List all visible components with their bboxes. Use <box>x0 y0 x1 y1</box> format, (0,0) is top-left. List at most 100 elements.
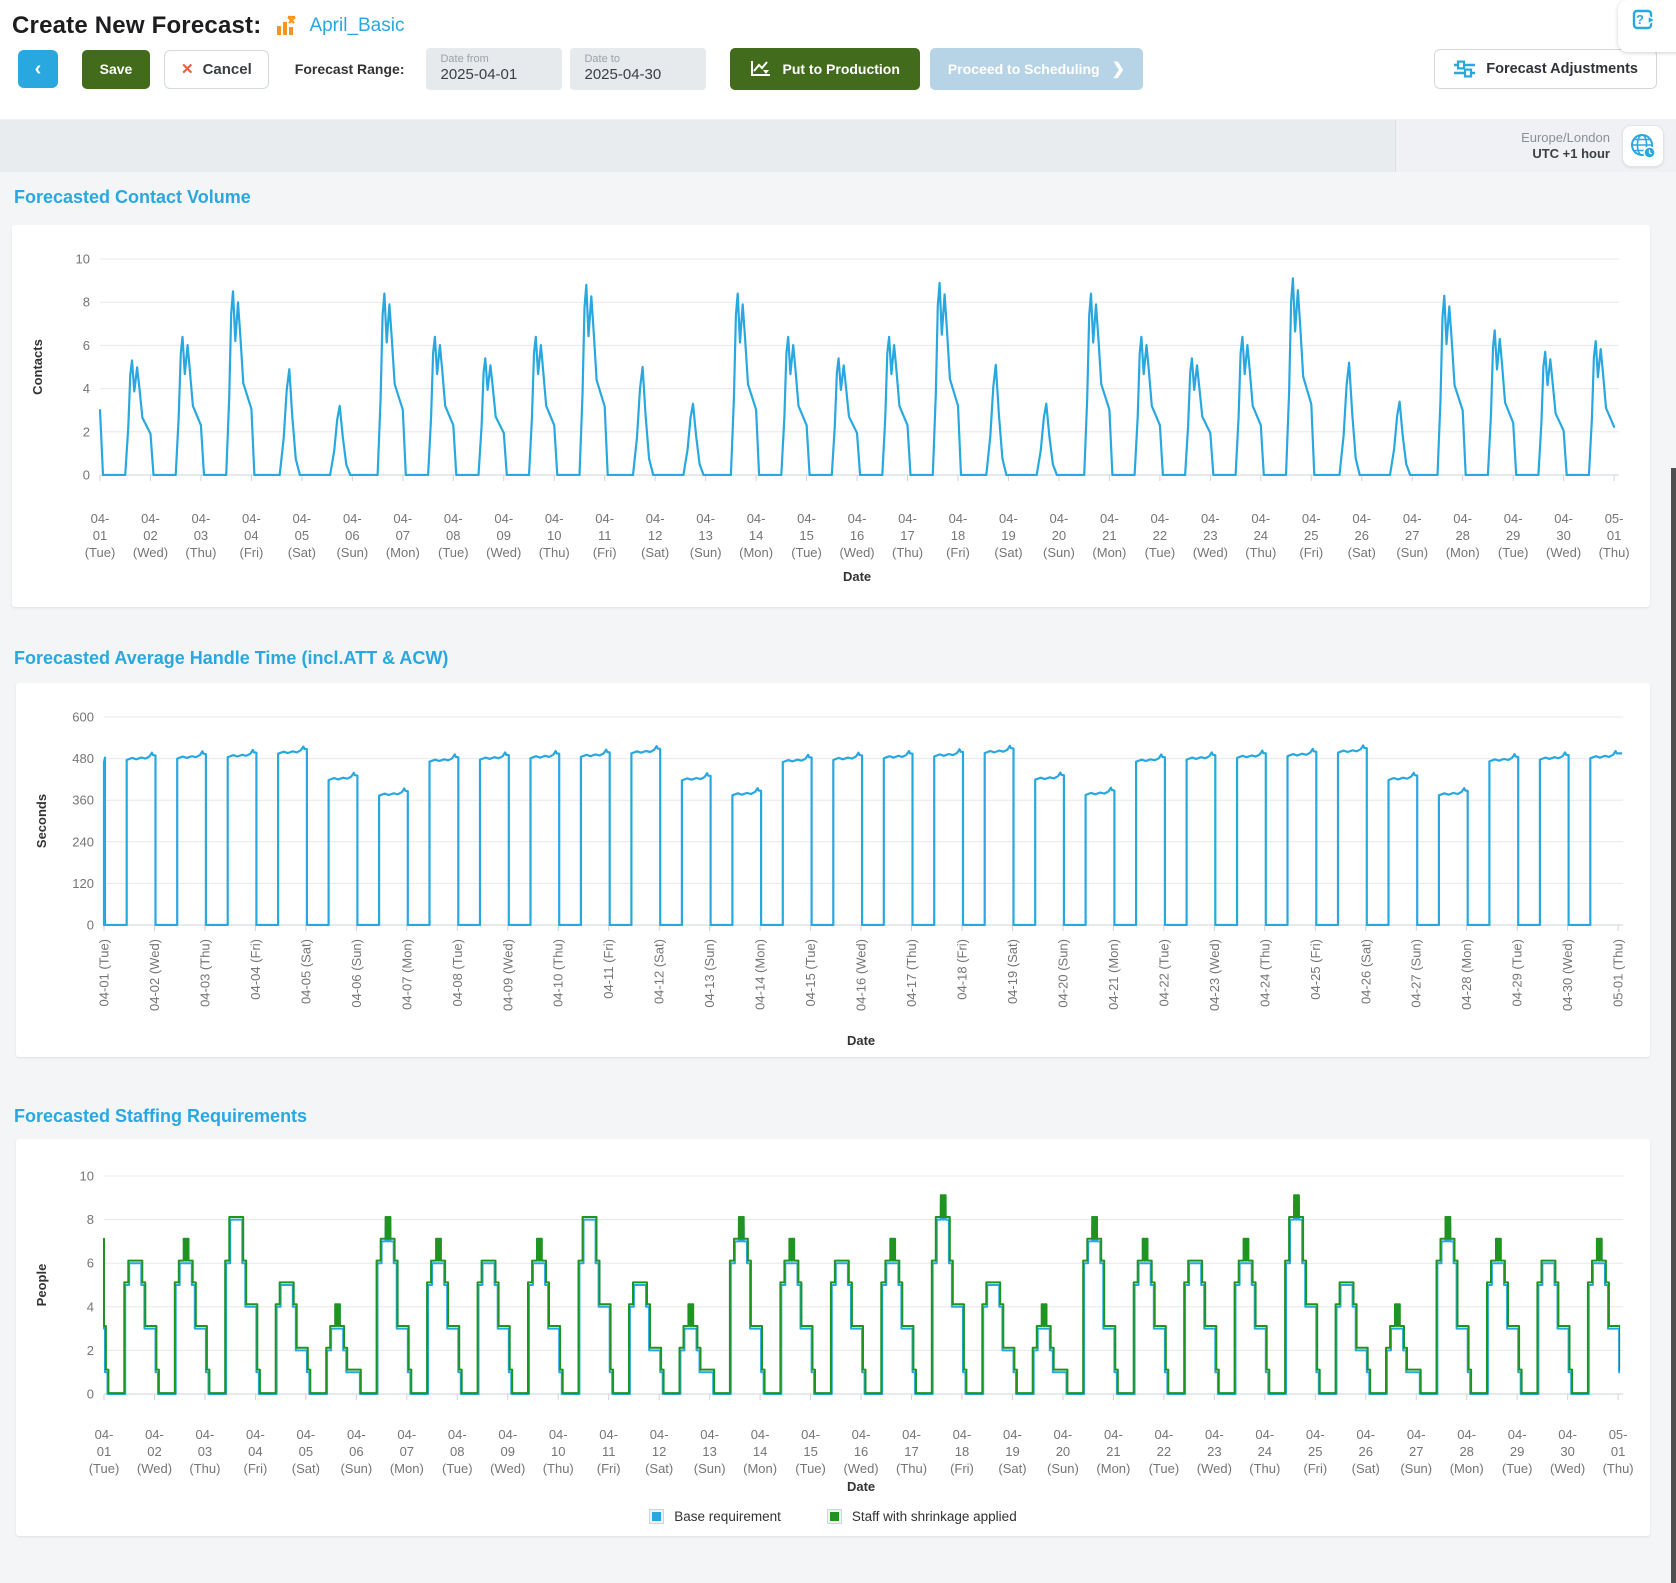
svg-text:04-11(Fri): 04-11 (Fri) <box>597 1427 621 1476</box>
svg-text:04-01 (Tue): 04-01 (Tue) <box>97 939 112 1006</box>
svg-text:04-30(Wed): 04-30 (Wed) <box>1546 511 1581 560</box>
timezone-panel: Europe/London UTC +1 hour <box>1395 120 1676 172</box>
svg-text:04-23(Wed): 04-23 (Wed) <box>1197 1427 1232 1476</box>
svg-text:04-27(Sun): 04-27 (Sun) <box>1396 511 1428 560</box>
svg-text:04-16 (Wed): 04-16 (Wed) <box>854 939 869 1011</box>
svg-text:240: 240 <box>72 834 94 849</box>
sliders-icon <box>1453 60 1476 78</box>
svg-text:04-20(Sun): 04-20 (Sun) <box>1043 511 1075 560</box>
svg-text:480: 480 <box>72 751 94 766</box>
svg-text:04-07(Mon): 04-07 (Mon) <box>386 511 420 560</box>
timezone-region: Europe/London <box>1521 129 1610 145</box>
date-to-field[interactable]: Date to 2025-04-30 <box>570 48 707 90</box>
svg-text:0: 0 <box>87 1387 94 1402</box>
date-from-value: 2025-04-01 <box>440 66 518 83</box>
svg-text:04-14(Mon): 04-14 (Mon) <box>739 511 773 560</box>
help-card: ? <box>1618 0 1676 52</box>
cancel-x-icon: ✕ <box>181 61 194 78</box>
scrollbar-thumb[interactable] <box>1671 468 1676 1583</box>
svg-text:04-03(Thu): 04-03 (Thu) <box>189 1427 220 1476</box>
timezone-globe-button[interactable] <box>1622 125 1664 167</box>
svg-text:04-15(Tue): 04-15 (Tue) <box>791 511 822 560</box>
svg-text:05-01(Thu): 05-01 (Thu) <box>1599 511 1630 560</box>
proceed-label: Proceed to Scheduling <box>947 61 1100 77</box>
svg-text:04-11 (Fri): 04-11 (Fri) <box>601 939 616 999</box>
svg-text:600: 600 <box>72 710 94 725</box>
svg-text:04-14 (Mon): 04-14 (Mon) <box>753 939 768 1010</box>
section-title-staffing: Forecasted Staffing Requirements <box>14 1106 308 1126</box>
legend-item-base-requirement[interactable]: Base requirement <box>649 1508 781 1524</box>
svg-text:04-12(Sat): 04-12 (Sat) <box>645 1427 673 1476</box>
svg-text:04-11(Fri): 04-11 (Fri) <box>593 511 617 560</box>
svg-text:04-20 (Sun): 04-20 (Sun) <box>1055 939 1070 1008</box>
svg-text:04-07 (Mon): 04-07 (Mon) <box>399 939 414 1010</box>
svg-text:04-15 (Tue): 04-15 (Tue) <box>803 939 818 1006</box>
svg-text:120: 120 <box>72 876 94 891</box>
chevron-right-icon: ❯ <box>1111 61 1126 78</box>
contact-volume-chart: 0 2 4 6 8 10 04-01 (Tue) 04-02 (Wed) 04-03 (Thu) 04-… <box>30 252 1630 585</box>
date-from-field[interactable]: Date from 2025-04-01 <box>426 48 563 90</box>
svg-text:04-06(Sun): 04-06 (Sun) <box>336 511 368 560</box>
svg-text:04-27 (Sun): 04-27 (Sun) <box>1409 939 1424 1008</box>
contact-volume-card: 0 2 4 6 8 10 04-01 (Tue) 04-02 (Wed) 04-03 (Thu) 04-… <box>12 225 1650 607</box>
legend-item-shrinkage[interactable]: Staff with shrinkage applied <box>826 1508 1017 1524</box>
svg-text:04-24(Thu): 04-24 (Thu) <box>1245 511 1276 560</box>
staffing-card: 0 2 4 6 8 10 04-01 (Tue) 04-02 (Wed) 04-03 (Thu) 04-… <box>16 1139 1650 1536</box>
svg-text:4: 4 <box>83 381 90 396</box>
aht-card: 0 120 240 360 480 600 04-01 (Tue) 04-02 (Wed) 04… <box>16 683 1650 1057</box>
chart-legend: Base requirement Staff with shrinkage ap… <box>16 1501 1650 1531</box>
svg-text:04-18(Fri): 04-18 (Fri) <box>946 511 970 560</box>
help-icon[interactable]: ? <box>1632 9 1656 33</box>
svg-text:04-25(Fri): 04-25 (Fri) <box>1303 1427 1327 1476</box>
svg-text:04-19 (Sat): 04-19 (Sat) <box>1005 939 1020 1004</box>
svg-text:04-14(Mon): 04-14 (Mon) <box>743 1427 777 1476</box>
svg-text:05-01 (Thu): 05-01 (Thu) <box>1611 939 1626 1007</box>
svg-text:2: 2 <box>83 424 90 439</box>
forecast-adjustments-button[interactable]: Forecast Adjustments <box>1434 49 1657 89</box>
legend-swatch-green <box>826 1508 842 1524</box>
svg-text:04-10 (Thu): 04-10 (Thu) <box>551 939 566 1007</box>
svg-text:04-28(Mon): 04-28 (Mon) <box>1446 511 1480 560</box>
svg-text:10: 10 <box>76 252 90 267</box>
svg-text:04-26(Sat): 04-26 (Sat) <box>1352 1427 1380 1476</box>
svg-text:04-27(Sun): 04-27 (Sun) <box>1400 1427 1432 1476</box>
title-row: Create New Forecast: April_Basic <box>0 0 1676 44</box>
staffing-chart: 0 2 4 6 8 10 04-01 (Tue) 04-02 (Wed) 04-03 (Thu) 04-… <box>34 1169 1634 1495</box>
globe-clock-icon <box>1629 132 1657 160</box>
proceed-to-scheduling-button[interactable]: Proceed to Scheduling ❯ <box>929 48 1144 90</box>
svg-text:04-02(Wed): 04-02 (Wed) <box>133 511 168 560</box>
timezone-text: Europe/London UTC +1 hour <box>1521 130 1610 163</box>
forecast-name-link[interactable]: April_Basic <box>309 15 404 37</box>
date-to-label: Date to <box>584 53 620 65</box>
svg-text:04-21(Mon): 04-21 (Mon) <box>1092 511 1126 560</box>
svg-text:8: 8 <box>87 1212 94 1227</box>
svg-text:0: 0 <box>87 918 94 933</box>
svg-text:04-30 (Wed): 04-30 (Wed) <box>1560 939 1575 1011</box>
svg-text:Date: Date <box>847 1479 875 1494</box>
chevron-left-icon: ‹ <box>34 57 42 80</box>
svg-text:04-03 (Thu): 04-03 (Thu) <box>197 939 212 1007</box>
svg-text:04-28(Mon): 04-28 (Mon) <box>1450 1427 1484 1476</box>
aht-chart: 0 120 240 360 480 600 04-01 (Tue) 04-02 (Wed) 04… <box>34 710 1626 1049</box>
back-button[interactable]: ‹ <box>18 50 58 88</box>
svg-text:04-02 (Wed): 04-02 (Wed) <box>147 939 162 1011</box>
date-from-label: Date from <box>440 53 489 65</box>
cancel-button[interactable]: ✕ Cancel <box>164 49 269 89</box>
svg-text:04-09 (Wed): 04-09 (Wed) <box>500 939 515 1011</box>
production-chart-icon <box>750 60 772 78</box>
put-to-production-button[interactable]: Put to Production <box>730 48 920 90</box>
svg-text:04-16(Wed): 04-16 (Wed) <box>843 1427 878 1476</box>
svg-text:04-13 (Sun): 04-13 (Sun) <box>702 939 717 1008</box>
svg-text:6: 6 <box>83 338 90 353</box>
page: Create New Forecast: April_Basic ? ‹ Sav… <box>0 0 1676 1583</box>
svg-text:Date: Date <box>847 1033 875 1048</box>
svg-text:2: 2 <box>87 1343 94 1358</box>
svg-text:Date: Date <box>843 569 871 584</box>
svg-text:04-05 (Sat): 04-05 (Sat) <box>298 939 313 1004</box>
svg-text:04-01(Tue): 04-01 (Tue) <box>85 511 116 560</box>
forecast-range-label: Forecast Range: <box>294 61 405 77</box>
timezone-offset: UTC +1 hour <box>1532 146 1610 161</box>
save-button[interactable]: Save <box>82 49 150 89</box>
svg-text:Contacts: Contacts <box>30 339 45 395</box>
svg-text:04-24 (Thu): 04-24 (Thu) <box>1257 939 1272 1007</box>
